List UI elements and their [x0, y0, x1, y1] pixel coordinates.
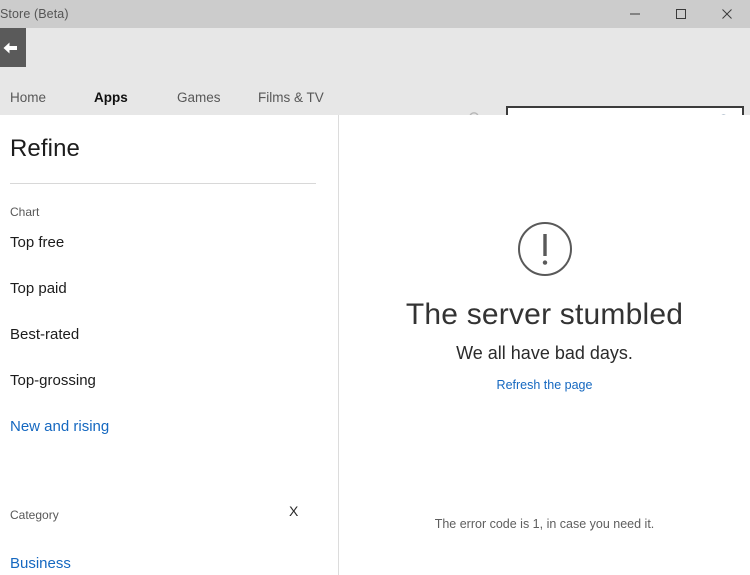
close-icon — [722, 9, 732, 19]
error-subtitle: We all have bad days. — [456, 343, 633, 363]
tab-games[interactable]: Games — [177, 80, 221, 115]
refine-item-business[interactable]: Business — [10, 555, 71, 572]
back-button[interactable] — [0, 28, 26, 67]
main-panel: The server stumbled We all have bad days… — [339, 115, 750, 575]
maximize-icon — [676, 9, 686, 19]
error-title: The server stumbled — [405, 298, 684, 331]
maximize-button[interactable] — [658, 0, 704, 28]
back-arrow-icon — [3, 42, 17, 53]
title-bar: Store (Beta) — [0, 0, 750, 28]
group-label-category: Category — [10, 508, 59, 522]
error-message-block: The server stumbled We all have bad days… — [339, 115, 750, 394]
tab-apps-label: Apps — [94, 90, 128, 105]
refine-title: Refine — [10, 135, 80, 162]
refine-item-top-free[interactable]: Top free — [10, 234, 64, 251]
tab-apps[interactable]: Apps — [94, 80, 128, 115]
store-app-window: Store (Beta) Home Apps Games Films & TV … — [0, 0, 750, 575]
nav-tabs: Home Apps Games Films & TV — [0, 80, 470, 115]
refine-item-top-grossing[interactable]: Top-grossing — [10, 372, 96, 389]
tab-films-and-tv-label: Films & TV — [258, 90, 324, 105]
clear-category-filter-button[interactable]: X — [289, 503, 298, 519]
window-controls — [612, 0, 750, 28]
tab-games-label: Games — [177, 90, 221, 105]
refresh-page-link[interactable]: Refresh the page — [497, 378, 593, 392]
close-button[interactable] — [704, 0, 750, 28]
tab-films-and-tv[interactable]: Films & TV — [258, 80, 324, 115]
window-title: Store (Beta) — [0, 7, 69, 21]
refine-item-top-paid[interactable]: Top paid — [10, 280, 67, 297]
content-area: Refine Chart Top free Top paid Best-rate… — [0, 115, 750, 575]
sidebar-divider-top — [10, 183, 316, 184]
minimize-button[interactable] — [612, 0, 658, 28]
error-code-text: The error code is 1, in case you need it… — [434, 517, 655, 531]
refine-item-new-and-rising[interactable]: New and rising — [10, 418, 109, 435]
refine-sidebar: Refine Chart Top free Top paid Best-rate… — [0, 115, 338, 575]
exclamation-circle-icon — [517, 222, 572, 276]
navigation-bar: Home Apps Games Films & TV office 2016 p… — [0, 28, 750, 137]
minimize-icon — [630, 13, 640, 15]
tab-home-label: Home — [10, 90, 47, 105]
tab-home[interactable]: Home — [10, 80, 46, 115]
refine-item-best-rated[interactable]: Best-rated — [10, 326, 79, 343]
error-icon-wrapper — [516, 220, 574, 278]
group-label-chart: Chart — [10, 205, 40, 219]
